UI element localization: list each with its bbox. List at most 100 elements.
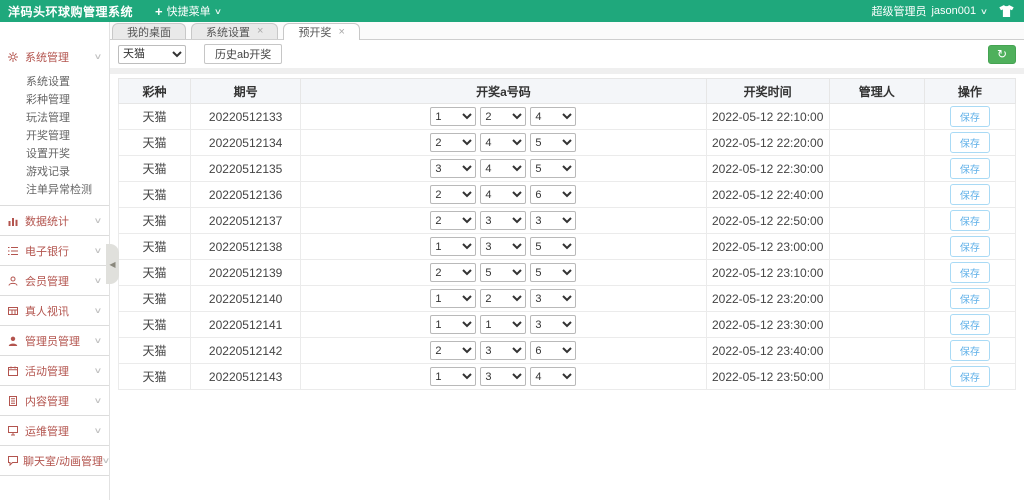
draw-number-select[interactable]: 6 (530, 341, 576, 360)
save-button[interactable]: 保存 (950, 210, 990, 231)
sidebar-section[interactable]: 内容管理∨ (0, 386, 109, 415)
draw-number-select[interactable]: 2 (430, 341, 476, 360)
draw-number-select[interactable]: 3 (480, 211, 526, 230)
sidebar-section-label: 数据统计 (25, 213, 69, 229)
draw-number-select[interactable]: 1 (430, 315, 476, 334)
sidebar-block: 活动管理∨ (0, 356, 109, 386)
sidebar-section-label: 运维管理 (25, 423, 69, 439)
save-button[interactable]: 保存 (950, 340, 990, 361)
sidebar-item[interactable]: 系统设置 (26, 73, 109, 91)
numbers-cell: 246 (301, 182, 706, 208)
sidebar-item[interactable]: 注单异常检测 (26, 181, 109, 199)
draw-number-select[interactable]: 2 (430, 133, 476, 152)
draw-number-select[interactable]: 3 (480, 341, 526, 360)
numbers-cell: 245 (301, 130, 706, 156)
draw-time-cell: 2022-05-12 23:30:00 (706, 312, 829, 338)
draw-number-select[interactable]: 3 (530, 211, 576, 230)
manager-cell (829, 260, 924, 286)
lottery-cell: 天猫 (119, 182, 191, 208)
draw-number-select[interactable]: 1 (430, 237, 476, 256)
sidebar-collapse-handle[interactable]: ◀ (106, 244, 119, 284)
sidebar-section[interactable]: 会员管理∨ (0, 266, 109, 295)
draw-number-select[interactable]: 2 (430, 185, 476, 204)
draw-number-select[interactable]: 5 (530, 133, 576, 152)
sidebar-section[interactable]: 运维管理∨ (0, 416, 109, 445)
draw-number-select[interactable]: 1 (430, 367, 476, 386)
draw-number-select[interactable]: 5 (530, 237, 576, 256)
lottery-cell: 天猫 (119, 104, 191, 130)
action-cell: 保存 (924, 338, 1015, 364)
draw-number-select[interactable]: 2 (480, 289, 526, 308)
tab[interactable]: 预开奖 × (283, 23, 359, 40)
action-cell: 保存 (924, 104, 1015, 130)
draw-number-select[interactable]: 1 (430, 289, 476, 308)
sidebar-section[interactable]: 聊天室/动画管理∨ (0, 446, 109, 475)
issue-cell: 20220512137 (191, 208, 301, 234)
draw-time-cell: 2022-05-12 22:30:00 (706, 156, 829, 182)
sidebar-section[interactable]: 真人视讯∨ (0, 296, 109, 325)
draw-number-select[interactable]: 5 (530, 263, 576, 282)
lottery-select[interactable]: 天猫 (118, 45, 186, 64)
draw-time-cell: 2022-05-12 22:10:00 (706, 104, 829, 130)
sidebar-item[interactable]: 游戏记录 (26, 163, 109, 181)
save-button[interactable]: 保存 (950, 132, 990, 153)
column-header: 期号 (191, 79, 301, 104)
sidebar-section[interactable]: 电子银行∨ (0, 236, 109, 265)
tab-label: 预开奖 (298, 24, 331, 40)
sidebar-section[interactable]: 活动管理∨ (0, 356, 109, 385)
save-button[interactable]: 保存 (950, 288, 990, 309)
refresh-button[interactable]: ↻ (988, 45, 1016, 64)
sidebar-section[interactable]: 管理员管理∨ (0, 326, 109, 355)
draw-number-select[interactable]: 3 (530, 315, 576, 334)
draw-number-select[interactable]: 3 (530, 289, 576, 308)
sidebar-item[interactable]: 玩法管理 (26, 109, 109, 127)
draw-number-select[interactable]: 4 (480, 159, 526, 178)
column-header: 操作 (924, 79, 1015, 104)
history-ab-button[interactable]: 历史ab开奖 (204, 44, 282, 64)
sidebar-item[interactable]: 彩种管理 (26, 91, 109, 109)
close-icon[interactable]: × (257, 26, 263, 37)
shirt-icon[interactable] (999, 5, 1014, 17)
numbers-cell: 113 (301, 312, 706, 338)
quick-menu-label: 快捷菜单 (167, 3, 211, 19)
save-button[interactable]: 保存 (950, 158, 990, 179)
draw-number-select[interactable]: 1 (430, 107, 476, 126)
sidebar-section-label: 电子银行 (25, 243, 69, 259)
draw-number-select[interactable]: 6 (530, 185, 576, 204)
draw-number-select[interactable]: 5 (530, 159, 576, 178)
draw-number-select[interactable]: 4 (480, 133, 526, 152)
save-button[interactable]: 保存 (950, 366, 990, 387)
table-row: 天猫202205121331242022-05-12 22:10:00保存 (119, 104, 1016, 130)
save-button[interactable]: 保存 (950, 314, 990, 335)
save-button[interactable]: 保存 (950, 236, 990, 257)
save-button[interactable]: 保存 (950, 106, 990, 127)
sidebar-section[interactable]: 数据统计∨ (0, 206, 109, 235)
save-button[interactable]: 保存 (950, 262, 990, 283)
draw-number-select[interactable]: 3 (480, 237, 526, 256)
draw-number-select[interactable]: 3 (480, 367, 526, 386)
close-icon[interactable]: × (338, 27, 344, 38)
numbers-cell: 123 (301, 286, 706, 312)
sidebar-item[interactable]: 开奖管理 (26, 127, 109, 145)
quick-menu[interactable]: + 快捷菜单 ∨ (147, 0, 228, 22)
draw-number-select[interactable]: 2 (430, 211, 476, 230)
draw-number-select[interactable]: 1 (480, 315, 526, 334)
sidebar-section[interactable]: 系统管理∨ (0, 42, 109, 71)
tab[interactable]: 系统设置× (191, 23, 278, 39)
sidebar-item[interactable]: 设置开奖 (26, 145, 109, 163)
plus-icon: + (155, 4, 163, 19)
draw-number-select[interactable]: 3 (430, 159, 476, 178)
user-menu[interactable]: 超级管理员 jason001 ∨ (871, 3, 987, 19)
draw-number-select[interactable]: 4 (530, 107, 576, 126)
issue-cell: 20220512141 (191, 312, 301, 338)
table-row: 天猫202205121372332022-05-12 22:50:00保存 (119, 208, 1016, 234)
tab[interactable]: 我的桌面 (112, 23, 186, 39)
draw-number-select[interactable]: 4 (480, 185, 526, 204)
lottery-cell: 天猫 (119, 208, 191, 234)
save-button[interactable]: 保存 (950, 184, 990, 205)
sidebar-block: 电子银行∨ (0, 236, 109, 266)
draw-number-select[interactable]: 2 (430, 263, 476, 282)
draw-number-select[interactable]: 4 (530, 367, 576, 386)
draw-number-select[interactable]: 2 (480, 107, 526, 126)
draw-number-select[interactable]: 5 (480, 263, 526, 282)
